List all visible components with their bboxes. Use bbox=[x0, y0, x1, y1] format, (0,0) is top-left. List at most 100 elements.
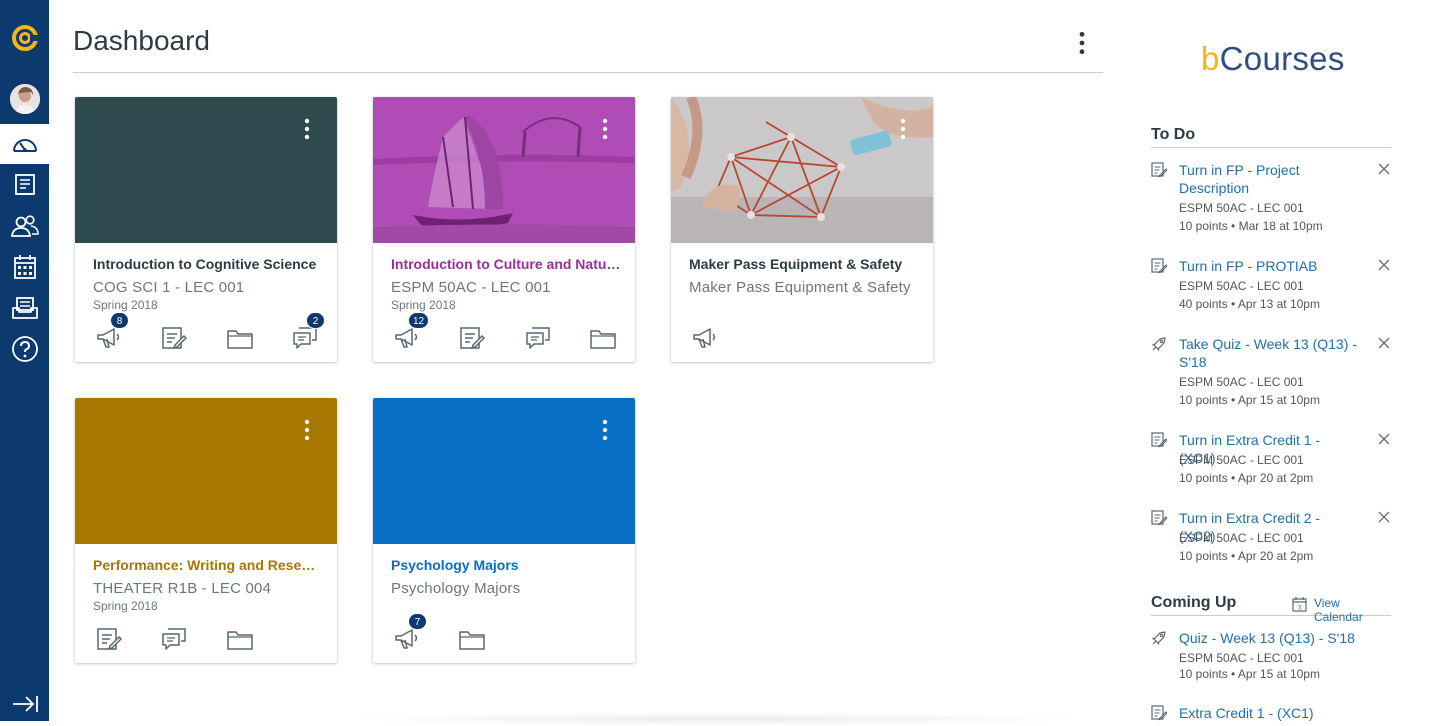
card-options-icon[interactable] bbox=[895, 117, 911, 141]
inbox-icon bbox=[11, 297, 38, 319]
unread-badge: 8 bbox=[110, 312, 129, 329]
discussions-link[interactable] bbox=[160, 626, 188, 652]
dashboard-icon bbox=[12, 139, 37, 152]
bottom-shadow bbox=[340, 712, 1090, 726]
course-code: Psychology Majors bbox=[391, 580, 521, 597]
card-options-icon[interactable] bbox=[597, 418, 613, 442]
files-icon bbox=[226, 626, 254, 652]
course-card-header[interactable] bbox=[373, 398, 635, 544]
dismiss-icon[interactable] bbox=[1377, 510, 1391, 524]
calendar-icon[interactable]: 3 bbox=[1292, 596, 1307, 612]
todo-link[interactable]: Turn in FP - PROTIAB bbox=[1179, 257, 1359, 275]
unread-badge: 12 bbox=[408, 312, 430, 329]
coming-up-due: 10 points • Apr 15 at 10pm bbox=[1179, 667, 1320, 681]
avatar bbox=[9, 84, 40, 114]
card-options-icon[interactable] bbox=[597, 117, 613, 141]
discussions-link[interactable] bbox=[524, 325, 552, 351]
page-title: Dashboard bbox=[73, 25, 210, 56]
files-link[interactable] bbox=[458, 626, 486, 652]
todo-course: ESPM 50AC - LEC 001 bbox=[1179, 531, 1304, 545]
todo-course: ESPM 50AC - LEC 001 bbox=[1179, 279, 1304, 293]
card-options-icon[interactable] bbox=[299, 117, 315, 141]
header-divider bbox=[73, 72, 1103, 73]
files-link[interactable] bbox=[226, 325, 254, 351]
course-name[interactable]: Psychology Majors bbox=[391, 557, 621, 573]
nav-calendar[interactable] bbox=[0, 247, 49, 287]
course-code: Maker Pass Equipment & Safety bbox=[689, 279, 911, 296]
dashboard-main: Dashboard Introduction to Cognitive Scie… bbox=[73, 0, 1103, 721]
assignments-link[interactable] bbox=[95, 626, 123, 652]
courses-icon bbox=[14, 174, 35, 195]
canvas-logo-icon[interactable] bbox=[0, 18, 49, 58]
coming-up-link[interactable]: Quiz - Week 13 (Q13) - S'18 bbox=[1179, 629, 1389, 647]
files-link[interactable] bbox=[226, 626, 254, 652]
announcements-link[interactable] bbox=[691, 325, 719, 351]
card-options-icon[interactable] bbox=[299, 418, 315, 442]
assignments-icon bbox=[95, 626, 123, 652]
course-image bbox=[373, 97, 635, 243]
assignments-icon bbox=[458, 325, 486, 351]
todo-due: 10 points • Apr 15 at 10pm bbox=[1179, 393, 1320, 407]
course-term: Spring 2018 bbox=[391, 298, 456, 312]
course-code: THEATER R1B - LEC 004 bbox=[93, 580, 272, 597]
assignment-icon bbox=[1151, 162, 1167, 178]
course-card-header[interactable] bbox=[671, 97, 933, 243]
assignment-icon bbox=[1151, 432, 1167, 448]
todo-course: ESPM 50AC - LEC 001 bbox=[1179, 453, 1304, 467]
nav-collapse[interactable] bbox=[0, 684, 49, 724]
course-card[interactable]: Introduction to Cognitive Science COG SC… bbox=[75, 97, 337, 362]
course-image bbox=[671, 97, 933, 243]
nav-inbox[interactable] bbox=[0, 288, 49, 328]
course-card-header[interactable] bbox=[373, 97, 635, 243]
dismiss-icon[interactable] bbox=[1377, 162, 1391, 176]
todo-due: 10 points • Apr 20 at 2pm bbox=[1179, 471, 1314, 485]
help-icon bbox=[11, 336, 38, 362]
nav-help[interactable] bbox=[0, 329, 49, 369]
course-card[interactable]: Maker Pass Equipment & Safety Maker Pass… bbox=[671, 97, 933, 362]
right-sidebar: bCourses To Do Turn in FP - Project Desc… bbox=[1151, 0, 1391, 721]
course-term: Spring 2018 bbox=[93, 298, 158, 312]
course-name[interactable]: Introduction to Cognitive Science bbox=[93, 256, 323, 272]
calendar-icon bbox=[13, 255, 36, 279]
dismiss-icon[interactable] bbox=[1377, 258, 1391, 272]
course-name[interactable]: Performance: Writing and Research bbox=[93, 557, 323, 573]
assignments-icon bbox=[160, 325, 188, 351]
todo-due: 10 points • Apr 20 at 2pm bbox=[1179, 549, 1314, 563]
announcements-link[interactable]: 7 bbox=[393, 613, 427, 652]
files-icon bbox=[226, 325, 254, 351]
course-card[interactable]: Psychology Majors Psychology Majors 7 bbox=[373, 398, 635, 663]
course-code: COG SCI 1 - LEC 001 bbox=[93, 279, 245, 296]
discussions-icon bbox=[160, 626, 188, 652]
assignments-link[interactable] bbox=[458, 325, 486, 351]
dismiss-icon[interactable] bbox=[1377, 336, 1391, 350]
nav-dashboard[interactable] bbox=[0, 124, 49, 164]
account-avatar[interactable] bbox=[0, 79, 49, 119]
assignments-link[interactable] bbox=[160, 325, 188, 351]
dismiss-icon[interactable] bbox=[1377, 432, 1391, 446]
todo-due: 10 points • Mar 18 at 10pm bbox=[1179, 219, 1323, 233]
course-card[interactable]: Introduction to Culture and Natural Reso… bbox=[373, 97, 635, 362]
dashboard-options-icon[interactable] bbox=[1073, 30, 1091, 56]
unread-badge: 2 bbox=[306, 312, 325, 329]
course-card-header[interactable] bbox=[75, 398, 337, 544]
course-name[interactable]: Introduction to Culture and Natural Reso… bbox=[391, 256, 621, 272]
nav-groups[interactable] bbox=[0, 206, 49, 246]
nav-courses[interactable] bbox=[0, 165, 49, 205]
collapse-arrow-icon bbox=[12, 696, 38, 712]
announcements-link[interactable]: 12 bbox=[393, 312, 430, 351]
bcourses-logo: bCourses bbox=[1201, 40, 1345, 77]
view-calendar-link[interactable]: View Calendar bbox=[1314, 596, 1391, 624]
files-icon bbox=[589, 325, 617, 351]
announcements-link[interactable]: 8 bbox=[95, 312, 129, 351]
files-icon bbox=[458, 626, 486, 652]
todo-link[interactable]: Turn in FP - Project Description bbox=[1179, 161, 1359, 197]
todo-link[interactable]: Take Quiz - Week 13 (Q13) - S'18 bbox=[1179, 335, 1359, 371]
course-name[interactable]: Maker Pass Equipment & Safety bbox=[689, 256, 919, 272]
discussions-link[interactable]: 2 bbox=[291, 312, 325, 351]
assignment-icon bbox=[1151, 705, 1167, 721]
coming-up-link[interactable]: Extra Credit 1 - (XC1) bbox=[1179, 704, 1389, 722]
course-card[interactable]: Performance: Writing and Research THEATE… bbox=[75, 398, 337, 663]
course-card-header[interactable] bbox=[75, 97, 337, 243]
todo-course: ESPM 50AC - LEC 001 bbox=[1179, 375, 1304, 389]
files-link[interactable] bbox=[589, 325, 617, 351]
